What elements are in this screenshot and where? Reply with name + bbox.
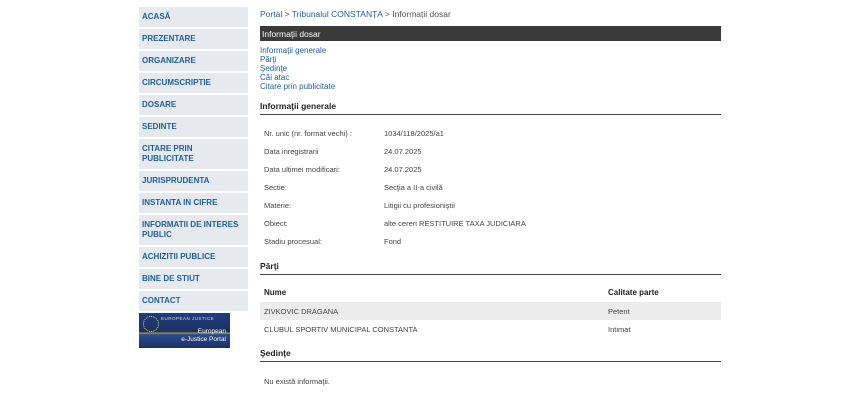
section-links: Informaţii generale Părţi Şedinţe Căi at… bbox=[260, 46, 721, 91]
nav-bine-de-stiut[interactable]: BINE DE STIUT bbox=[139, 269, 248, 289]
main-content: Portal > Tribunalul CONSTANȚA > Informaț… bbox=[260, 9, 721, 386]
table-row: Nr. unic (nr. format vechi) : 1034/118/20… bbox=[260, 125, 721, 143]
nav-contact[interactable]: CONTACT bbox=[139, 291, 248, 311]
hearings-empty-message: Nu există informaţii. bbox=[264, 377, 330, 386]
table-row: Sectie: Secţia a II-a civilă bbox=[260, 179, 721, 197]
breadcrumb-separator: > bbox=[384, 9, 390, 19]
nav-informatii-interes-public[interactable]: INFORMATII DE INTERES PUBLIC bbox=[139, 215, 248, 245]
field-value: 24.07.2025 bbox=[384, 165, 422, 174]
ejustice-banner-line2: e-Justice Portal bbox=[181, 336, 226, 343]
field-value: 24.07.2025 bbox=[384, 147, 422, 156]
nav-dosare[interactable]: DOSARE bbox=[139, 95, 248, 115]
breadcrumb-separator: > bbox=[284, 9, 290, 19]
party-role: Petent bbox=[604, 302, 721, 320]
general-info-table: Nr. unic (nr. format vechi) : 1034/118/20… bbox=[260, 125, 721, 251]
nav-instanta-in-cifre[interactable]: INSTANTA IN CIFRE bbox=[139, 193, 248, 213]
field-label: Nr. unic (nr. format vechi) : bbox=[264, 129, 352, 138]
link-sedinte[interactable]: Şedinţe bbox=[260, 64, 721, 73]
link-informatii-generale[interactable]: Informaţii generale bbox=[260, 46, 721, 55]
link-parti[interactable]: Părţi bbox=[260, 55, 721, 64]
table-row: Data inregistrarii 24.07.2025 bbox=[260, 143, 721, 161]
breadcrumb-portal[interactable]: Portal bbox=[260, 9, 282, 19]
nav-citare-prin-publicitate[interactable]: CITARE PRIN PUBLICITATE bbox=[139, 139, 248, 169]
nav-sedinte[interactable]: SEDINTE bbox=[139, 117, 248, 137]
party-name: ZIVKOVIC DRAGANA bbox=[260, 302, 604, 320]
table-row: CLUBUL SPORTIV MUNICIPAL CONSTANTA Intim… bbox=[260, 320, 721, 338]
sidebar-nav: ACASĂ PREZENTARE ORGANIZARE CIRCUMSCRIPT… bbox=[139, 7, 248, 348]
breadcrumb: Portal > Tribunalul CONSTANȚA > Informaț… bbox=[260, 9, 721, 23]
nav-achizitii-publice[interactable]: ACHIZITII PUBLICE bbox=[139, 247, 248, 267]
field-label: Data ultimei modificari: bbox=[264, 165, 340, 174]
breadcrumb-court[interactable]: Tribunalul CONSTANȚA bbox=[292, 9, 383, 19]
nav-acasa[interactable]: ACASĂ bbox=[139, 7, 248, 27]
field-value: Litigii cu profesioniştii bbox=[384, 201, 455, 210]
party-name: CLUBUL SPORTIV MUNICIPAL CONSTANTA bbox=[264, 324, 418, 334]
field-value: 1034/118/2025/a1 bbox=[384, 129, 444, 138]
general-info-title: Informaţii generale bbox=[260, 101, 721, 115]
party-role: Intimat bbox=[608, 324, 631, 334]
ejustice-banner-line1: European bbox=[197, 328, 226, 335]
column-header-role: Calitate parte bbox=[608, 288, 659, 297]
field-label: Materie: bbox=[264, 201, 292, 210]
nav-organizare[interactable]: ORGANIZARE bbox=[139, 51, 248, 71]
link-cai-atac[interactable]: Căi atac bbox=[260, 73, 721, 82]
link-citare-prin-publicitate[interactable]: Citare prin publicitate bbox=[260, 82, 721, 91]
table-row: Obiect: alte cereri RESTITUIRE TAXA JUDIC… bbox=[260, 215, 721, 233]
eu-stars-icon bbox=[143, 316, 159, 332]
ejustice-banner-small-text: EUROPEAN JUSTICE bbox=[161, 316, 215, 321]
table-row: Data ultimei modificari: 24.07.2025 bbox=[260, 161, 721, 179]
table-row: ZIVKOVIC DRAGANA Petent bbox=[260, 302, 721, 320]
field-label: Sectie: bbox=[264, 183, 287, 192]
ejustice-banner-text: European e-Justice Portal bbox=[181, 328, 226, 344]
field-value: alte cereri RESTITUIRE TAXA JUDICIARA bbox=[384, 219, 526, 228]
parties-title: Părţi bbox=[260, 261, 721, 275]
table-header-row: Nume Calitate parte bbox=[260, 283, 721, 302]
field-label: Stadiu procesual: bbox=[264, 237, 322, 246]
hearings-title: Şedinţe bbox=[260, 348, 721, 362]
field-label: Data inregistrarii bbox=[264, 147, 319, 156]
field-label: Obiect: bbox=[264, 219, 288, 228]
nav-circumscriptie[interactable]: CIRCUMSCRIPTIE bbox=[139, 73, 248, 93]
table-row: Materie: Litigii cu profesioniştii bbox=[260, 197, 721, 215]
nav-jurisprudenta[interactable]: JURISPRUDENTA bbox=[139, 171, 248, 191]
breadcrumb-current: Informații dosar bbox=[392, 9, 451, 19]
parties-table: Nume Calitate parte ZIVKOVIC DRAGANA Pet… bbox=[260, 283, 721, 338]
ejustice-portal-banner[interactable]: EUROPEAN JUSTICE European e-Justice Port… bbox=[139, 313, 230, 348]
field-value: Fond bbox=[384, 237, 402, 246]
table-row: Stadiu procesual: Fond bbox=[260, 233, 721, 251]
nav-prezentare[interactable]: PREZENTARE bbox=[139, 29, 248, 49]
page-title: Informaţii dosar bbox=[260, 26, 721, 41]
column-header-name: Nume bbox=[264, 288, 287, 297]
field-value: Secţia a II-a civilă bbox=[384, 183, 443, 192]
